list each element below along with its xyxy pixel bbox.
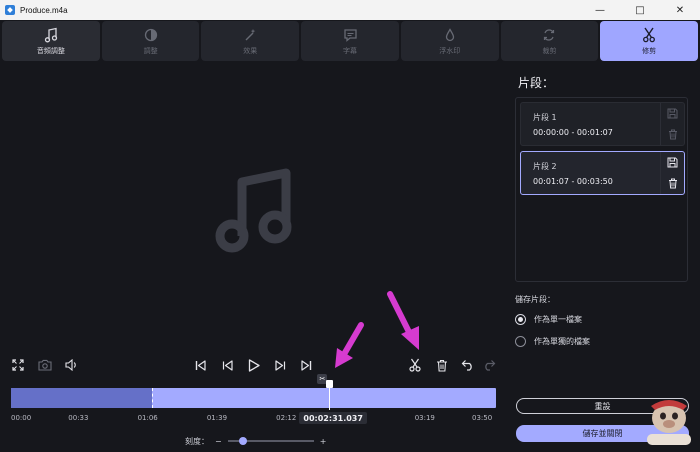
segment-actions [660, 152, 684, 194]
save-icon[interactable] [667, 104, 678, 123]
tab-adjust[interactable]: 調整 [101, 21, 200, 61]
timeline-tick-label: 00:00 [11, 414, 32, 422]
annotation-arrow-playhead [335, 322, 364, 368]
tab-effects[interactable]: 效果 [201, 21, 300, 61]
tab-crop[interactable]: 裁剪 [500, 21, 599, 61]
scissors-icon [642, 26, 656, 44]
annotation-arrow-scissors [387, 291, 419, 350]
window-title: Produce.m4a [20, 5, 68, 15]
segment-card-2[interactable]: 片段 2 00:01:07 - 00:03:50 [520, 151, 685, 195]
crop-rotate-icon [542, 26, 556, 44]
trash-icon[interactable] [668, 174, 678, 193]
timeline-tick-label: 00:33 [68, 414, 89, 422]
radio-unselected[interactable] [515, 335, 526, 347]
scale-label: 刻度： [185, 436, 209, 446]
tab-label: 音頻調整 [36, 47, 65, 55]
playhead-time-badge: 00:02:31.037 [299, 412, 367, 424]
undo-icon[interactable] [461, 358, 475, 372]
tab-label: 修剪 [642, 47, 657, 55]
segments-title: 片段： [518, 76, 555, 90]
timeline-tick-label: 03:50 [472, 414, 493, 422]
skip-to-end-button[interactable] [300, 359, 312, 371]
music-note-large-icon [215, 168, 292, 253]
volume-icon[interactable] [64, 358, 78, 372]
app-logo-icon [5, 5, 15, 15]
redo-icon[interactable] [482, 358, 496, 372]
tool-tabs: 音頻調整 調整 效果 字幕 浮水印 裁剪 修剪 [0, 21, 700, 61]
option-single-file[interactable]: 作為單一檔案 [515, 313, 582, 325]
segment-card-1[interactable]: 片段 1 00:00:00 - 00:01:07 [520, 102, 685, 146]
maximize-button[interactable]: □ [620, 0, 660, 20]
segment-actions [660, 103, 684, 145]
segment-range: 00:00:00 - 00:01:07 [533, 128, 613, 137]
timeline-track[interactable] [11, 388, 496, 408]
magic-wand-icon [243, 26, 257, 44]
tab-audio-adjust[interactable]: 音頻調整 [2, 21, 100, 61]
radio-selected[interactable] [515, 313, 526, 325]
segment-list: 片段 1 00:00:00 - 00:01:07 片段 2 00:01:07 -… [515, 97, 688, 282]
timeline-tick-label: 03:19 [414, 414, 435, 422]
split-scissors-button[interactable] [407, 358, 423, 372]
tab-label: 調整 [143, 47, 158, 55]
tab-subtitle[interactable]: 字幕 [301, 21, 399, 61]
segment-divider[interactable] [152, 388, 154, 408]
tab-label: 字幕 [343, 47, 358, 55]
playhead-handle[interactable] [326, 380, 334, 388]
timeline-tick-label: 02:12 [276, 414, 297, 422]
segment-name: 片段 2 [533, 162, 557, 171]
option-separate-files[interactable]: 作為單獨的檔案 [515, 335, 590, 347]
tab-label: 效果 [243, 47, 258, 55]
tab-trim[interactable]: 修剪 [600, 21, 699, 61]
snapshot-camera-icon[interactable] [38, 358, 52, 372]
tab-watermark[interactable]: 浮水印 [400, 21, 499, 61]
tab-label: 浮水印 [439, 47, 461, 55]
zoom-out-button[interactable]: − [215, 437, 222, 446]
save-segments-title: 儲存片段： [515, 295, 555, 304]
option-label: 作為單獨的檔案 [534, 336, 590, 346]
close-button[interactable]: ✕ [660, 0, 700, 20]
music-note-icon [44, 26, 58, 44]
zoom-scale: 刻度： − + [185, 435, 326, 447]
segment-range: 00:01:07 - 00:03:50 [533, 177, 613, 186]
subtitle-icon [343, 26, 358, 44]
mascot-watermark-icon [647, 400, 691, 445]
skip-to-start-button[interactable] [194, 359, 206, 371]
minimize-button[interactable]: — [580, 0, 620, 20]
timeline-tick-label: 01:39 [206, 414, 228, 422]
delete-trash-button[interactable] [435, 358, 449, 372]
option-label: 作為單一檔案 [534, 314, 582, 324]
previous-frame-button[interactable] [221, 359, 233, 371]
next-frame-button[interactable] [274, 359, 286, 371]
window-controls: — □ ✕ [580, 0, 700, 20]
segment-name: 片段 1 [533, 113, 557, 122]
app-window: Produce.m4a — □ ✕ 音頻調整 調整 效果 字幕 浮水印 裁剪 修… [0, 0, 700, 452]
zoom-slider-knob[interactable] [239, 437, 248, 445]
watermark-icon [443, 26, 457, 44]
timeline-tick-label: 01:06 [137, 414, 158, 422]
adjust-icon [144, 26, 158, 44]
zoom-in-button[interactable]: + [320, 437, 327, 446]
zoom-slider[interactable] [227, 437, 314, 445]
fullscreen-icon[interactable] [11, 358, 25, 372]
play-button[interactable] [247, 358, 260, 372]
tab-label: 裁剪 [542, 47, 557, 55]
save-icon[interactable] [667, 153, 678, 172]
timeline-segment-1[interactable] [11, 388, 153, 408]
trash-icon[interactable] [668, 125, 678, 144]
title-bar: Produce.m4a — □ ✕ [0, 0, 700, 20]
